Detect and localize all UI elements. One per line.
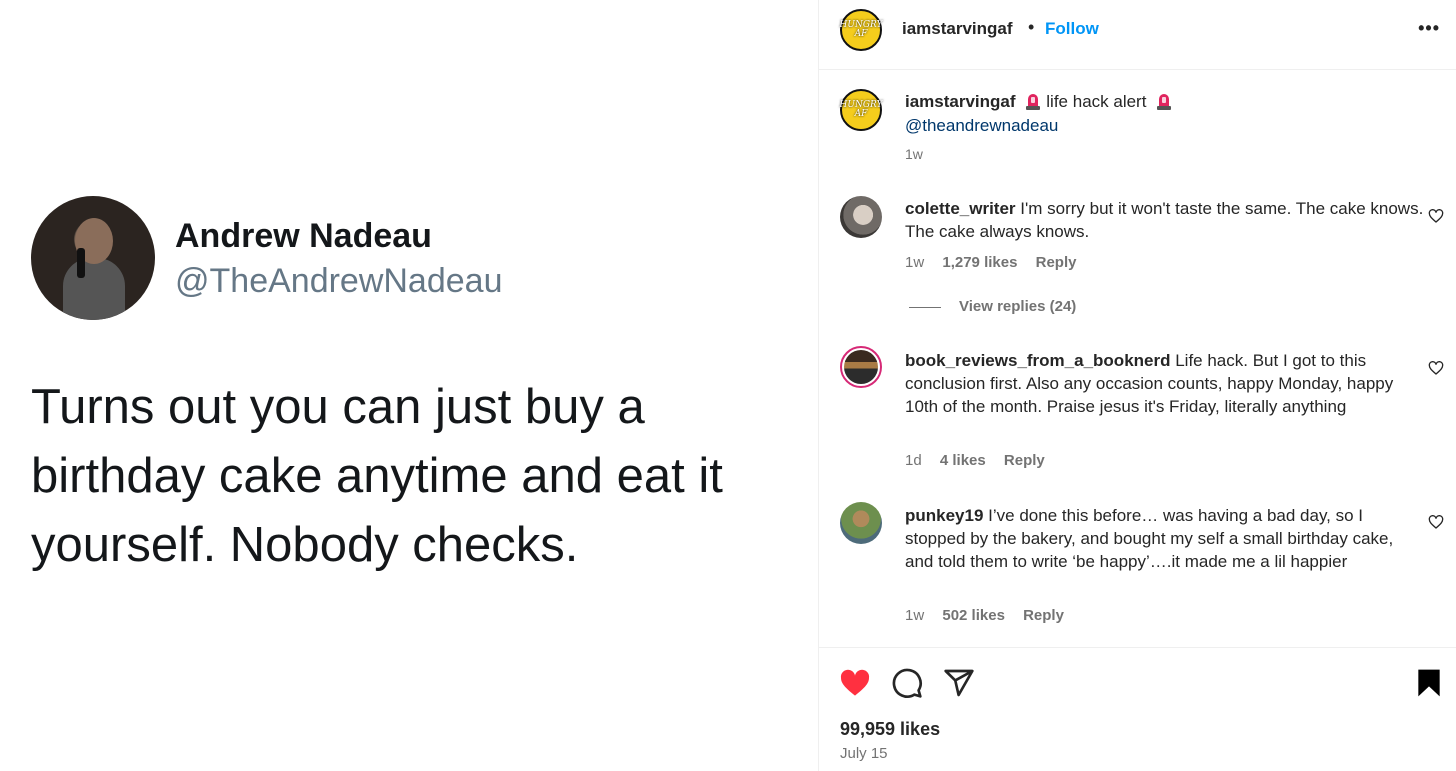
- comment-username[interactable]: colette_writer: [905, 199, 1016, 218]
- caption-mention-link[interactable]: @theandrewnadeau: [905, 116, 1058, 136]
- author-avatar[interactable]: HUNGRY AF: [840, 9, 882, 51]
- tweet-author-handle: @TheAndrewNadeau: [175, 262, 503, 300]
- bookmark-filled-icon[interactable]: [1413, 667, 1445, 699]
- comment-meta: 1w 502 likes Reply: [905, 607, 1078, 624]
- tweet-author-avatar: [31, 196, 155, 320]
- reply-button[interactable]: Reply: [1004, 452, 1045, 469]
- tweet-author-name: Andrew Nadeau: [175, 217, 432, 255]
- post-actions: 99,959 likes July 15: [819, 647, 1456, 771]
- heart-outline-icon[interactable]: [1428, 208, 1444, 224]
- comment-time[interactable]: 1w: [905, 607, 924, 624]
- commenter-avatar[interactable]: [840, 502, 882, 544]
- follow-button[interactable]: Follow: [1045, 19, 1099, 39]
- comment-text: colette_writer I'm sorry but it won't ta…: [905, 197, 1425, 243]
- tweet-text: Turns out you can just buy a birthday ca…: [31, 380, 723, 572]
- avatar-brand-text: HUNGRY AF: [839, 100, 883, 119]
- view-replies-button[interactable]: View replies (24): [909, 298, 1076, 315]
- comment-time[interactable]: 1d: [905, 452, 922, 469]
- post-sidebar: HUNGRY AF iamstarvingaf • Follow ••• HUN…: [819, 0, 1456, 771]
- comment-text: punkey19 I’ve done this before… was havi…: [905, 504, 1425, 573]
- caption-username[interactable]: iamstarvingaf life hack alert: [905, 92, 1177, 112]
- avatar-body-shape: [63, 258, 125, 320]
- commenter-avatar[interactable]: [840, 346, 882, 388]
- caption-username-text[interactable]: iamstarvingaf: [905, 92, 1016, 111]
- avatar-image: [844, 350, 878, 384]
- caption-avatar[interactable]: HUNGRY AF: [840, 89, 882, 131]
- heart-filled-icon[interactable]: [839, 667, 871, 699]
- comment-username[interactable]: book_reviews_from_a_booknerd: [905, 351, 1170, 370]
- caption-timestamp[interactable]: 1w: [905, 146, 923, 162]
- likes-count[interactable]: 99,959 likes: [840, 719, 940, 740]
- heart-outline-icon[interactable]: [1428, 514, 1444, 530]
- heart-outline-icon[interactable]: [1428, 360, 1444, 376]
- post-date[interactable]: July 15: [840, 745, 888, 762]
- share-icon[interactable]: [943, 667, 975, 699]
- comment-likes[interactable]: 4 likes: [940, 452, 986, 469]
- author-username[interactable]: iamstarvingaf: [902, 19, 1013, 39]
- avatar-brand-text: HUNGRY AF: [839, 20, 883, 39]
- view-replies-label: View replies (24): [959, 298, 1077, 315]
- comment-likes[interactable]: 502 likes: [942, 607, 1005, 624]
- comment-time[interactable]: 1w: [905, 254, 924, 271]
- comment-text: book_reviews_from_a_booknerd Life hack. …: [905, 349, 1425, 418]
- replies-line: [909, 306, 941, 308]
- comment-likes[interactable]: 1,279 likes: [942, 254, 1017, 271]
- comment-meta: 1w 1,279 likes Reply: [905, 254, 1090, 271]
- reply-button[interactable]: Reply: [1036, 254, 1077, 271]
- siren-icon: [1026, 94, 1041, 110]
- microphone-shape: [77, 248, 85, 278]
- comment-icon[interactable]: [891, 667, 923, 699]
- caption-text: life hack alert: [1046, 92, 1147, 111]
- post-header: HUNGRY AF iamstarvingaf • Follow •••: [819, 0, 1456, 70]
- commenter-avatar[interactable]: [840, 196, 882, 238]
- siren-icon: [1157, 94, 1172, 110]
- more-options-icon[interactable]: •••: [1418, 18, 1440, 39]
- reply-button[interactable]: Reply: [1023, 607, 1064, 624]
- comment-meta: 1d 4 likes Reply: [905, 452, 1059, 469]
- post-media[interactable]: Andrew Nadeau @TheAndrewNadeau Turns out…: [0, 0, 818, 771]
- comment-username[interactable]: punkey19: [905, 506, 983, 525]
- header-separator: •: [1028, 17, 1035, 37]
